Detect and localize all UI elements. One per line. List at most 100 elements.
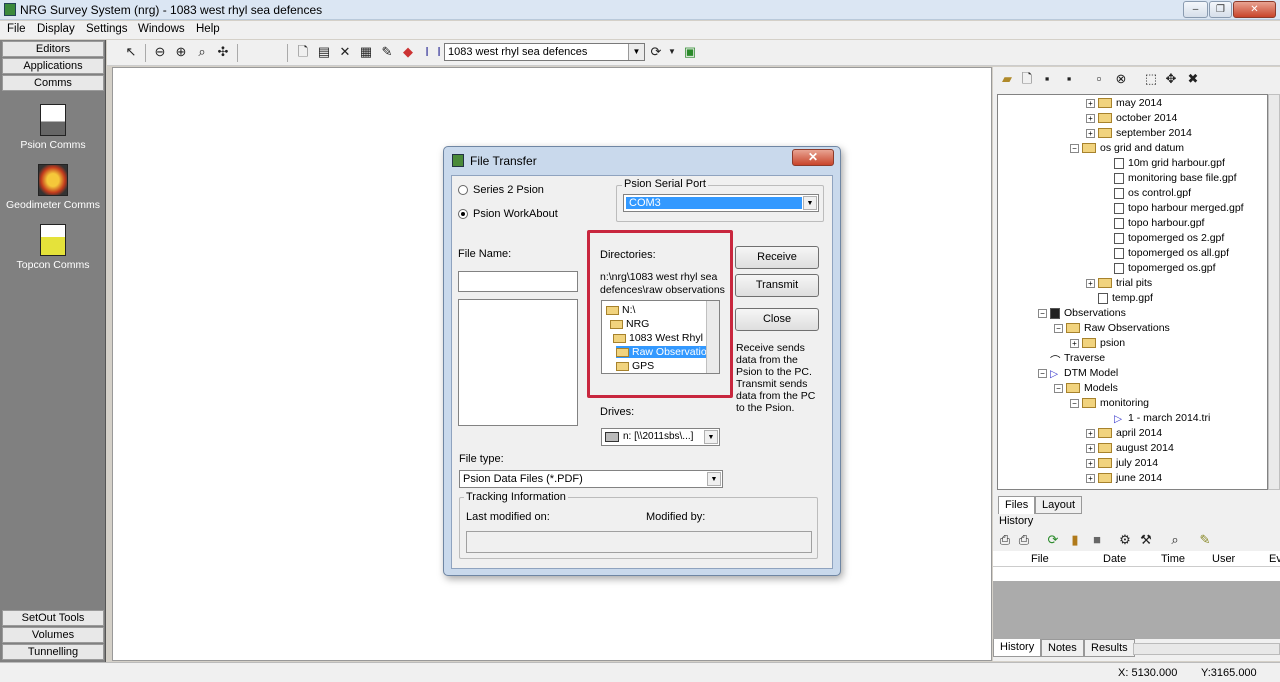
tab-files[interactable]: Files [998,496,1036,514]
close-icon[interactable]: ✖ [1185,71,1201,87]
new-file-icon[interactable]: 🗋 [1019,71,1035,87]
collapse-icon[interactable]: − [1070,143,1079,153]
tree-node[interactable]: + april 2014 [1086,427,1162,439]
tree-node[interactable]: 10m grid harbour.gpf [1102,157,1225,169]
dir-item[interactable]: 1083 West Rhyl S [613,332,713,344]
file-name-input[interactable] [458,271,578,292]
tree-node[interactable]: ▷ 1 - march 2014.tri [1102,412,1210,425]
col-file[interactable]: File [1031,553,1049,565]
chevron-down-icon[interactable]: ▼ [628,44,644,60]
tree-node[interactable]: − monitoring [1070,397,1149,409]
geodimeter-comms-item[interactable]: Geodimeter Comms [0,164,106,211]
tree-node[interactable]: + august 2014 [1086,442,1174,454]
tree-node[interactable]: − Raw Observations [1054,322,1170,334]
collapse-icon[interactable]: − [1070,398,1079,408]
tree-node[interactable]: + july 2014 [1086,457,1158,469]
settings-icon[interactable]: ⚙ [1117,532,1133,548]
close-button[interactable]: ✕ [1233,1,1276,18]
dir-item-selected[interactable]: Raw Observation [616,346,715,358]
expand-icon[interactable]: + [1070,338,1079,348]
map-icon[interactable]: ▣ [682,44,698,60]
dir-item[interactable]: GPS [616,360,654,372]
restore-button[interactable]: ❐ [1209,1,1232,18]
color-icon[interactable]: ◆ [400,44,416,60]
expand-icon[interactable]: + [1086,428,1095,438]
tools-icon[interactable]: ⚒ [1138,532,1154,548]
zoom-window-icon[interactable]: ⌕ [194,44,210,60]
col-time[interactable]: Time [1161,553,1185,565]
tree-node[interactable]: topomerged os.gpf [1102,262,1216,274]
close-dialog-button[interactable]: Close [735,308,819,331]
menu-windows[interactable]: Windows [138,23,185,35]
tab-notes[interactable]: Notes [1041,639,1084,657]
collapse-icon[interactable]: − [1054,323,1063,333]
refresh-dropdown-icon[interactable]: ▼ [664,44,680,60]
new-icon[interactable]: 🗋 [295,44,311,60]
expand-icon[interactable]: + [1086,128,1095,138]
refresh-icon[interactable]: ⟳ [648,44,664,60]
col-date[interactable]: Date [1103,553,1126,565]
dialog-close-button[interactable]: ✕ [792,149,834,166]
remove-icon[interactable]: ⊗ [1113,71,1129,87]
move-icon[interactable]: ✥ [1163,71,1179,87]
pointer-icon[interactable]: ↖ [123,44,139,60]
zoom-extents-icon[interactable]: ✣ [215,44,231,60]
tree-node[interactable]: ⌒ Traverse [1038,352,1105,367]
applications-button[interactable]: Applications [2,58,104,74]
tree-node[interactable]: + september 2014 [1086,127,1192,139]
tree-node[interactable]: topomerged os all.gpf [1102,247,1229,259]
collapse-icon[interactable]: − [1038,308,1047,318]
psion-comms-item[interactable]: Psion Comms [0,104,106,151]
refresh-history-icon[interactable]: ⟳ [1045,532,1061,548]
save-icon[interactable]: ▪ [1039,71,1055,87]
book-icon[interactable]: ▮ [1067,532,1083,548]
tree-node[interactable]: − ▷ DTM Model [1038,367,1118,380]
tab-results[interactable]: Results [1084,639,1135,657]
collapse-icon[interactable]: − [1054,383,1063,393]
history-row[interactable] [993,567,1280,581]
editors-button[interactable]: Editors [2,41,104,57]
tree-node[interactable]: + june 2014 [1086,472,1162,484]
select-icon[interactable]: ⬚ [1143,71,1159,87]
chevron-down-icon[interactable]: ▼ [707,472,721,486]
comms-button[interactable]: Comms [2,75,104,91]
project-combo[interactable]: 1083 west rhyl sea defences ▼ [444,43,645,61]
chevron-down-icon[interactable]: ▼ [704,430,718,444]
menu-file[interactable]: File [7,23,26,35]
delete-icon[interactable]: ✕ [337,44,353,60]
directory-list[interactable]: N:\ NRG 1083 West Rhyl S Raw Observation… [601,300,720,374]
dir-item[interactable]: N:\ [606,304,635,316]
topcon-comms-item[interactable]: Topcon Comms [0,224,106,271]
menu-display[interactable]: Display [37,23,75,35]
tree-node[interactable]: − Models [1054,382,1118,394]
transmit-button[interactable]: Transmit [735,274,819,297]
chevron-down-icon[interactable]: ▼ [803,196,817,210]
tunnelling-button[interactable]: Tunnelling [2,644,104,660]
file-type-select[interactable]: Psion Data Files (*.PDF) ▼ [459,470,723,488]
tree-node[interactable]: os control.gpf [1102,187,1191,199]
tree-node[interactable]: temp.gpf [1086,292,1153,304]
expand-icon[interactable]: + [1086,443,1095,453]
history-hscrollbar[interactable] [1133,643,1280,655]
zoom-out-icon[interactable]: ⊖ [152,44,168,60]
print-icon[interactable]: ⎙ [997,532,1013,548]
drives-select[interactable]: n: [\\2011sbs\...] ▼ [601,428,720,446]
tree-node[interactable]: − os grid and datum [1070,142,1184,154]
tree-node[interactable]: monitoring base file.gpf [1102,172,1237,184]
col-ev[interactable]: Ev [1269,553,1280,565]
tree-node[interactable]: − Observations [1038,307,1126,319]
tree-node[interactable]: topo harbour.gpf [1102,217,1204,229]
tree-node[interactable]: + october 2014 [1086,112,1177,124]
expand-icon[interactable]: + [1086,98,1095,108]
collapse-icon[interactable]: − [1038,368,1047,378]
series2-radio[interactable]: Series 2 Psion [458,184,544,196]
tree-node[interactable]: + trial pits [1086,277,1152,289]
dir-item[interactable]: NRG [610,318,649,330]
expand-icon[interactable]: + [1086,473,1095,483]
properties-icon[interactable]: ▤ [316,44,332,60]
tab-history[interactable]: History [993,639,1042,657]
note-icon[interactable]: ✎ [1197,532,1213,548]
tree-node[interactable]: topo harbour merged.gpf [1102,202,1244,214]
workabout-radio[interactable]: Psion WorkAbout [458,208,558,220]
tab-layout[interactable]: Layout [1035,496,1083,514]
